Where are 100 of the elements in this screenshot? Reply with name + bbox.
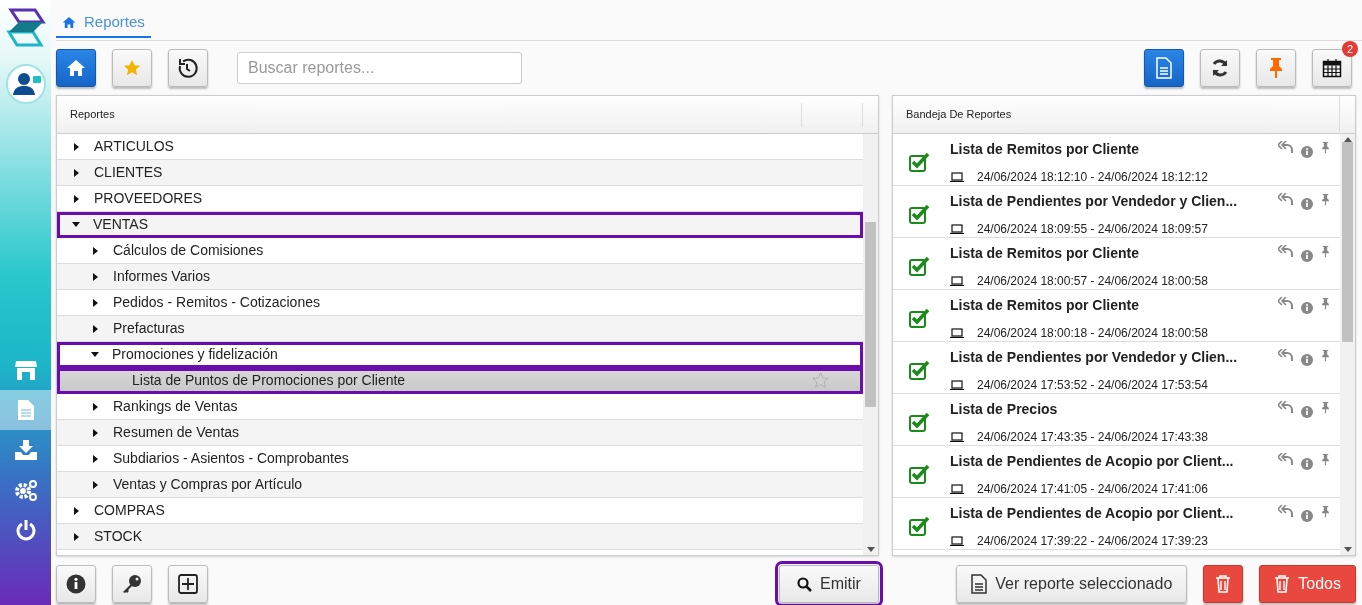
checked-box-icon [909,256,931,276]
tree-item[interactable]: Informes Varios [57,264,863,290]
report-item[interactable]: Lista de Remitos por Cliente 24/06/2024 18:12:10 - 24/06/2024 18:12:12 [893,134,1340,186]
tree-item[interactable]: Prefacturas [57,316,863,342]
notification-count: 2 [1341,41,1358,57]
report-item[interactable]: Lista de Pendientes de Acopio por Client... 24/06/2024 17:39:22 - 24/06/2024 17:39:23 [893,498,1340,550]
report-item[interactable]: Lista de Pendientes por Vendedor y Clien... 24/06/2024 18:09:55 - 24/06/2024 18:09:57 [893,186,1340,238]
scroll-down-arrow-icon[interactable] [1343,547,1352,552]
tree-item[interactable]: Resumen de Ventas [57,420,863,446]
history-button[interactable] [168,49,208,87]
key-button[interactable] [112,565,152,603]
caret-right-icon [93,324,98,333]
laptop-icon [950,172,964,182]
report-title: Lista de Remitos por Cliente [950,296,1141,315]
laptop-icon [950,224,964,234]
info-icon[interactable] [1301,198,1313,210]
view-report-button[interactable]: Ver reporte seleccionado [956,565,1188,603]
pin-icon[interactable] [1321,453,1330,466]
info-icon[interactable] [1301,458,1313,470]
pin-icon[interactable] [1321,193,1330,206]
laptop-icon [950,380,964,390]
pin-icon[interactable] [1321,349,1330,362]
report-time: 24/06/2024 17:53:52 - 24/06/2024 17:53:54 [977,377,1208,394]
pin-icon[interactable] [1321,297,1330,310]
tree-item[interactable]: VENTAS [57,212,863,238]
trash-icon [1274,575,1291,593]
report-item[interactable]: Lista de Remitos por Cliente 24/06/2024 18:00:57 - 24/06/2024 18:00:58 [893,238,1340,290]
pin-icon[interactable] [1321,141,1330,154]
star-outline-icon[interactable] [812,372,829,389]
report-item[interactable]: Lista de Precios 24/06/2024 17:43:35 - 24/06/2024 17:43:38 [893,394,1340,446]
plus-square-icon [178,574,198,594]
reply-all-icon[interactable] [1278,193,1293,205]
add-button[interactable] [168,565,208,603]
caret-right-icon [93,402,98,411]
report-button[interactable] [1144,49,1184,87]
report-time: 24/06/2024 17:43:35 - 24/06/2024 17:43:38 [977,429,1208,446]
panel-title: Bandeja De Reportes [906,107,1012,123]
caret-right-icon [93,298,98,307]
reply-all-icon[interactable] [1278,141,1293,153]
tree-item-label: Resumen de Ventas [113,423,240,442]
info-icon[interactable] [1301,302,1313,314]
search-field[interactable]: Buscar reportes... [237,52,522,84]
caret-right-icon [74,532,79,541]
pin-icon[interactable] [1321,505,1330,518]
checked-box-icon [909,464,931,484]
scroll-down-arrow-icon[interactable] [866,547,875,552]
pin-icon[interactable] [1321,245,1330,258]
star-icon [123,59,141,77]
reply-all-icon[interactable] [1278,453,1293,465]
scrollbar[interactable] [1340,134,1355,555]
report-title: Lista de Pendientes por Vendedor y Clien... [950,348,1239,367]
refresh-button[interactable] [1200,49,1240,87]
tree-item[interactable]: Promociones y fidelización [57,342,863,368]
report-item[interactable]: Lista de Pendientes por Vendedor y Clien... 24/06/2024 17:53:52 - 24/06/2024 17:53:54 [893,342,1340,394]
report-item[interactable]: Lista de Pendientes de Acopio por Client... 24/06/2024 17:41:05 - 24/06/2024 17:41:06 [893,446,1340,498]
favorites-button[interactable] [112,49,152,87]
tree-item[interactable]: CLIENTES [57,160,863,186]
delete-button[interactable] [1203,565,1244,603]
scroll-up-arrow-icon[interactable] [1343,137,1352,142]
document-icon [1156,57,1172,79]
gears-icon [14,479,37,501]
delete-all-button[interactable]: Todos [1259,565,1356,603]
pin-button[interactable] [1256,49,1296,87]
tree-item[interactable]: Ventas y Compras por Artículo [57,472,863,498]
home-icon [66,59,86,77]
reply-all-icon[interactable] [1278,401,1293,413]
caret-right-icon [74,142,79,151]
tree-item[interactable]: STOCK [57,524,863,550]
tree-item-label: ARTICULOS [94,137,174,156]
checked-box-icon [909,308,931,328]
clock-history-icon [177,57,199,79]
info-icon[interactable] [1301,406,1313,418]
user-avatar-icon[interactable] [5,64,46,104]
info-icon[interactable] [1301,146,1313,158]
store-icon [14,360,37,380]
report-title: Lista de Pendientes de Acopio por Client... [950,504,1235,523]
reply-all-icon[interactable] [1278,349,1293,361]
file-icon [971,574,988,594]
scrollbar[interactable] [863,134,878,555]
laptop-icon [950,484,964,494]
info-icon[interactable] [1301,250,1313,262]
reply-all-icon[interactable] [1278,505,1293,517]
reply-all-icon[interactable] [1278,297,1293,309]
tree-item-label: Subdiarios - Asientos - Comprobantes [113,449,349,468]
pin-icon[interactable] [1321,401,1330,414]
logo-icon [4,8,47,48]
tree-item-label: PROVEEDORES [94,189,203,208]
info-icon[interactable] [1301,510,1313,522]
report-title: Lista de Pendientes por Vendedor y Clien... [950,192,1239,211]
reply-all-icon[interactable] [1278,245,1293,257]
report-item[interactable]: Lista de Remitos por Cliente 24/06/2024 18:00:18 - 24/06/2024 18:00:58 [893,290,1340,342]
info-icon[interactable] [1301,354,1313,366]
info-button[interactable] [56,565,96,603]
laptop-icon [950,432,964,442]
tree-item[interactable]: Lista de Puntos de Promociones por Cliente [57,368,863,394]
pin-icon [1268,57,1284,79]
tree-item-label: Promociones y fidelización [112,345,278,364]
home-button[interactable] [56,49,96,87]
report-time: 24/06/2024 17:41:05 - 24/06/2024 17:41:06 [977,481,1208,498]
report-title: Lista de Pendientes de Acopio por Client... [950,452,1235,471]
